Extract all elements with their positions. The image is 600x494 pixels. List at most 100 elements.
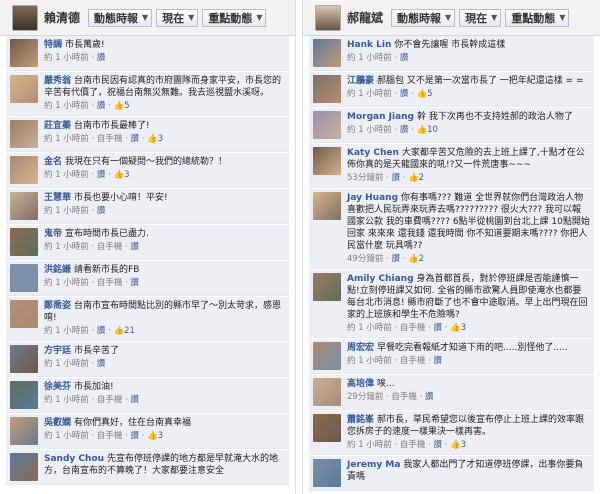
- commenter-name[interactable]: Sandy Chou: [44, 454, 104, 464]
- like-link[interactable]: 讚: [434, 440, 443, 450]
- like-link[interactable]: 讚: [400, 89, 409, 99]
- comment-timestamp[interactable]: 約 1 小時前: [44, 101, 89, 111]
- comment-timestamp[interactable]: 約 1 小時前 · 自手機: [44, 395, 122, 405]
- commenter-avatar[interactable]: [313, 147, 341, 175]
- profile-name[interactable]: 郝龍斌: [347, 9, 391, 26]
- commenter-avatar[interactable]: [313, 459, 341, 487]
- commenter-avatar[interactable]: [313, 39, 341, 67]
- comment-timestamp[interactable]: 53分鐘前: [347, 173, 383, 183]
- commenter-avatar[interactable]: [10, 39, 38, 67]
- commenter-name[interactable]: 特調: [44, 40, 62, 50]
- commenter-name[interactable]: 鄭喬姿: [44, 301, 71, 311]
- commenter-name[interactable]: 莊宜蓁: [44, 121, 71, 131]
- commenter-name[interactable]: Hank Lin: [347, 40, 391, 50]
- like-link[interactable]: 讚: [97, 326, 106, 336]
- highlights-button[interactable]: 重點動態 ▼: [505, 8, 570, 27]
- like-link[interactable]: 讚: [391, 254, 400, 264]
- like-link[interactable]: 讚: [97, 101, 106, 111]
- comment-timestamp[interactable]: 約 1 小時前: [44, 170, 89, 180]
- like-count[interactable]: 5: [124, 101, 129, 111]
- like-link[interactable]: 讚: [425, 392, 434, 402]
- commenter-name[interactable]: 鬼帝: [44, 229, 62, 239]
- comment-timestamp[interactable]: 約 1 小時前 · 自手機: [44, 431, 122, 441]
- commenter-name[interactable]: 周宏宏: [347, 343, 374, 353]
- profile-avatar[interactable]: [12, 4, 38, 31]
- commenter-avatar[interactable]: [10, 345, 38, 373]
- comment-timestamp[interactable]: 29分鐘前 · 自手機: [347, 392, 417, 402]
- like-link[interactable]: 讚: [97, 359, 106, 369]
- comment-timestamp[interactable]: 49分鐘前: [347, 254, 383, 264]
- commenter-name[interactable]: 高培偉: [347, 379, 374, 389]
- like-count[interactable]: 21: [124, 326, 135, 336]
- like-link[interactable]: 讚: [131, 242, 140, 252]
- commenter-name[interactable]: Katy Chen: [347, 148, 399, 158]
- commenter-avatar[interactable]: [10, 417, 38, 445]
- commenter-name[interactable]: 洪銘謙: [44, 265, 71, 275]
- comment-timestamp[interactable]: 約 1 小時前 · 自手機: [44, 278, 122, 288]
- comment-timestamp[interactable]: 約 1 小時前: [44, 206, 89, 216]
- commenter-avatar[interactable]: [10, 300, 38, 328]
- now-button[interactable]: 現在 ▼: [156, 8, 199, 27]
- like-link[interactable]: 讚: [400, 53, 409, 63]
- commenter-avatar[interactable]: [313, 273, 341, 301]
- commenter-avatar[interactable]: [313, 192, 341, 220]
- comment-timestamp[interactable]: 約 1 小時前: [44, 53, 89, 63]
- commenter-name[interactable]: Jeremy Ma: [347, 460, 400, 470]
- now-button[interactable]: 現在 ▼: [459, 8, 502, 27]
- profile-avatar[interactable]: [315, 4, 341, 31]
- commenter-avatar[interactable]: [313, 111, 341, 139]
- comment-timestamp[interactable]: 約 1 小時前: [347, 125, 392, 135]
- commenter-name[interactable]: Amily Chiang: [347, 274, 414, 284]
- commenter-avatar[interactable]: [10, 156, 38, 184]
- commenter-avatar[interactable]: [10, 228, 38, 256]
- like-link[interactable]: 讚: [97, 206, 106, 216]
- commenter-avatar[interactable]: [313, 378, 341, 406]
- commenter-name[interactable]: 蕭銘峯: [347, 415, 374, 425]
- commenter-name[interactable]: 徐美芬: [44, 382, 71, 392]
- comment-timestamp[interactable]: 約 1 小時前 · 自手機: [347, 440, 425, 450]
- commenter-name[interactable]: 吳叡嫻: [44, 418, 71, 428]
- commenter-name[interactable]: 金名: [44, 157, 62, 167]
- like-link[interactable]: 讚: [97, 170, 106, 180]
- commenter-avatar[interactable]: [313, 414, 341, 442]
- like-count[interactable]: 5: [427, 89, 432, 99]
- like-count[interactable]: 3: [461, 323, 466, 333]
- timeline-button[interactable]: 動態時報 ▼: [391, 8, 456, 27]
- commenter-avatar[interactable]: [10, 381, 38, 409]
- comment-timestamp[interactable]: 約 1 小時前: [347, 89, 392, 99]
- like-count[interactable]: 3: [124, 170, 129, 180]
- like-link[interactable]: 讚: [434, 323, 443, 333]
- like-link[interactable]: 讚: [391, 173, 400, 183]
- like-count[interactable]: 2: [419, 173, 424, 183]
- comment-timestamp[interactable]: 約 1 小時前: [347, 53, 392, 63]
- comment-timestamp[interactable]: 約 1 小時前: [44, 326, 89, 336]
- commenter-avatar[interactable]: [10, 75, 38, 103]
- like-count[interactable]: 10: [427, 125, 438, 135]
- commenter-name[interactable]: 王慧華: [44, 193, 71, 203]
- commenter-avatar[interactable]: [313, 342, 341, 370]
- commenter-name[interactable]: 嚴秀翁: [44, 76, 71, 86]
- like-count[interactable]: 3: [461, 440, 466, 450]
- like-count[interactable]: 3: [158, 431, 163, 441]
- comment-timestamp[interactable]: 約 1 小時前 · 自手機: [347, 323, 425, 333]
- commenter-avatar[interactable]: [313, 75, 341, 103]
- like-count[interactable]: 2: [419, 254, 424, 264]
- commenter-name[interactable]: 江鵬豪: [347, 76, 374, 86]
- commenter-avatar[interactable]: [10, 120, 38, 148]
- like-link[interactable]: 讚: [400, 125, 409, 135]
- commenter-name[interactable]: 方宇廷: [44, 346, 71, 356]
- like-count[interactable]: 3: [158, 134, 163, 144]
- timeline-button[interactable]: 動態時報 ▼: [88, 8, 153, 27]
- like-link[interactable]: 讚: [131, 431, 140, 441]
- like-link[interactable]: 讚: [434, 356, 443, 366]
- comment-timestamp[interactable]: 約 1 小時前 · 自手機: [44, 242, 122, 252]
- like-link[interactable]: 讚: [131, 134, 140, 144]
- highlights-button[interactable]: 重點動態 ▼: [202, 8, 267, 27]
- like-link[interactable]: 讚: [131, 395, 140, 405]
- like-link[interactable]: 讚: [131, 278, 140, 288]
- comment-timestamp[interactable]: 約 1 小時前 · 自手機: [44, 134, 122, 144]
- comment-timestamp[interactable]: 約 1 小時前 · 自手機: [347, 356, 425, 366]
- commenter-name[interactable]: Jay Huang: [347, 193, 398, 203]
- commenter-avatar[interactable]: [10, 192, 38, 220]
- like-link[interactable]: 讚: [97, 53, 106, 63]
